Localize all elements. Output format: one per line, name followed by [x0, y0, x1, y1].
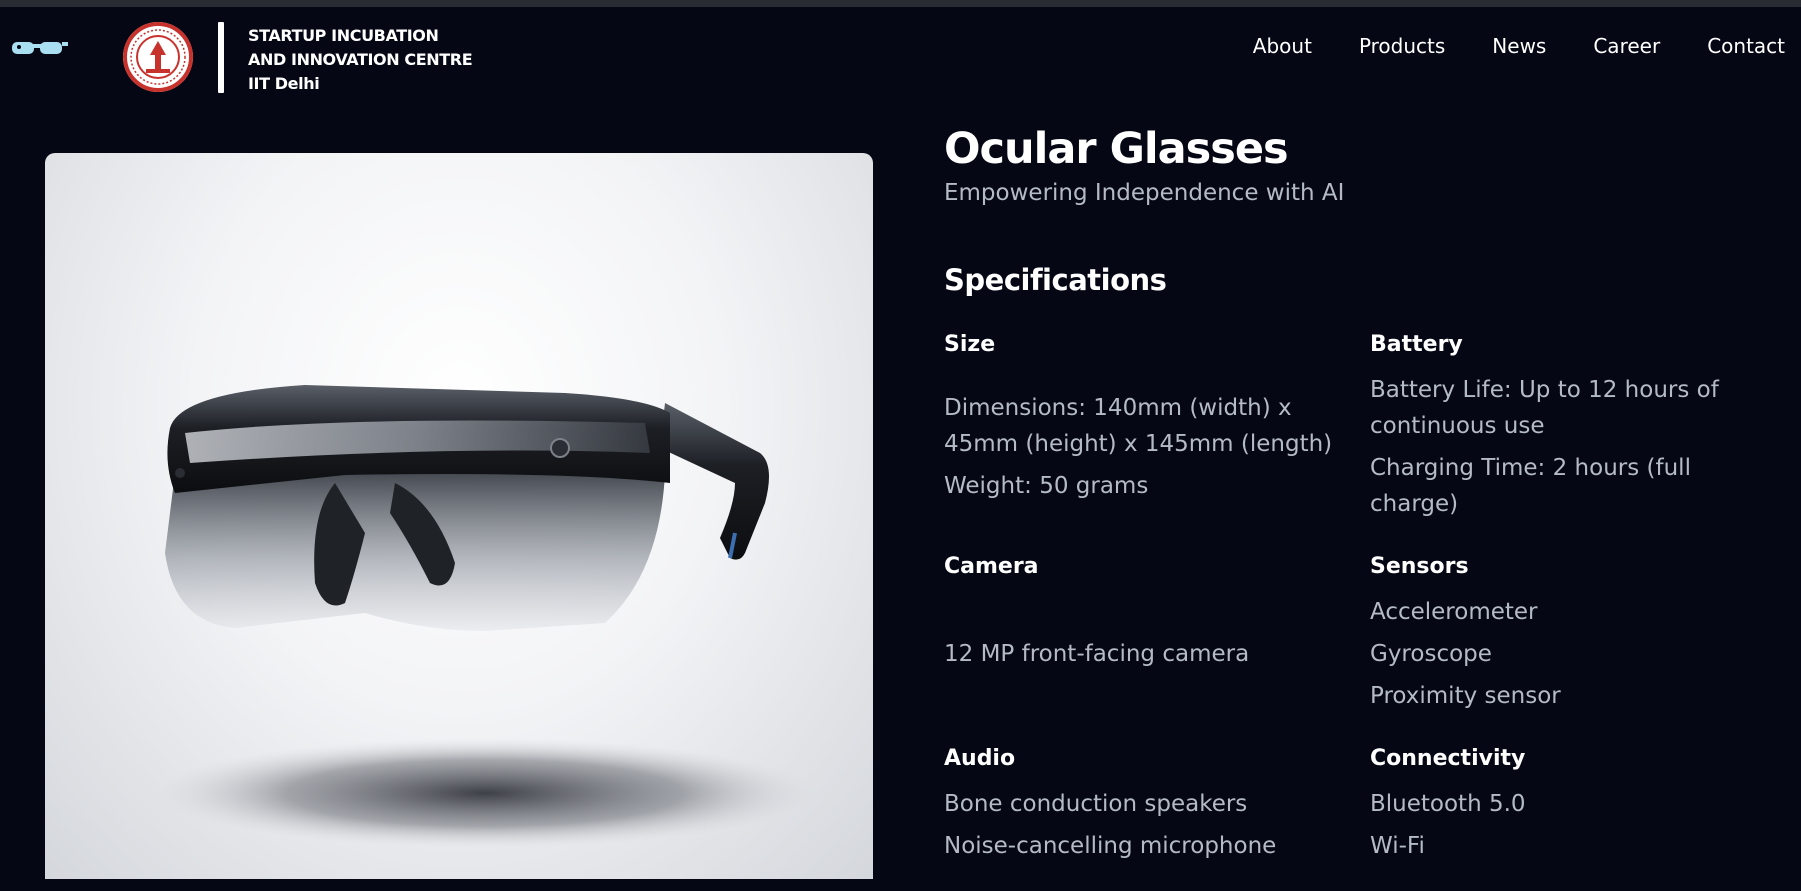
org-name-line: IIT Delhi: [248, 74, 320, 93]
spec-value: 12 MP front-facing camera: [944, 641, 1250, 667]
product-image: [45, 153, 873, 879]
nav-news[interactable]: News: [1492, 32, 1546, 60]
spec-value: Battery Life: Up to 12 hours of: [1370, 377, 1719, 403]
spec-value: Bone conduction speakers: [944, 791, 1248, 817]
spec-value: Charging Time: 2 hours (full: [1370, 455, 1691, 481]
spec-value: Proximity sensor: [1370, 683, 1561, 709]
spec-value: continuous use: [1370, 413, 1545, 439]
nav-products[interactable]: Products: [1359, 32, 1445, 60]
spec-title: Battery: [1370, 332, 1463, 357]
site-header: STARTUP INCUBATION AND INNOVATION CENTRE…: [0, 7, 1801, 93]
spec-title: Camera: [944, 554, 1039, 579]
browser-top-strip: [0, 0, 1801, 7]
specifications-heading: Specifications: [944, 263, 1167, 297]
org-name-line: AND INNOVATION CENTRE: [248, 50, 473, 69]
spec-value: Wi-Fi: [1370, 833, 1425, 859]
product-tagline: Empowering Independence with AI: [944, 180, 1345, 206]
main-nav: About Products News Career Contact: [1206, 32, 1785, 60]
org-name: STARTUP INCUBATION AND INNOVATION CENTRE…: [248, 24, 473, 96]
spec-title: Size: [944, 332, 996, 357]
spec-value: Accelerometer: [1370, 599, 1538, 625]
spec-title: Audio: [944, 746, 1016, 771]
nav-contact[interactable]: Contact: [1707, 32, 1785, 60]
spec-value: Bluetooth 5.0: [1370, 791, 1526, 817]
nav-about[interactable]: About: [1253, 32, 1312, 60]
product-title: Ocular Glasses: [944, 124, 1289, 174]
spec-title: Sensors: [1370, 554, 1469, 579]
iit-delhi-logo[interactable]: [122, 21, 194, 93]
header-divider: [218, 22, 224, 93]
spec-title: Connectivity: [1370, 746, 1526, 771]
glasses-icon[interactable]: [10, 32, 70, 62]
spec-value: charge): [1370, 491, 1459, 517]
spec-value: Noise-cancelling microphone: [944, 833, 1277, 859]
org-name-line: STARTUP INCUBATION: [248, 26, 439, 45]
spec-value: Weight: 50 grams: [944, 473, 1149, 499]
spec-value: 45mm (height) x 145mm (length): [944, 431, 1333, 457]
nav-career[interactable]: Career: [1593, 32, 1660, 60]
spec-value: Dimensions: 140mm (width) x: [944, 395, 1292, 421]
spec-value: Gyroscope: [1370, 641, 1492, 667]
